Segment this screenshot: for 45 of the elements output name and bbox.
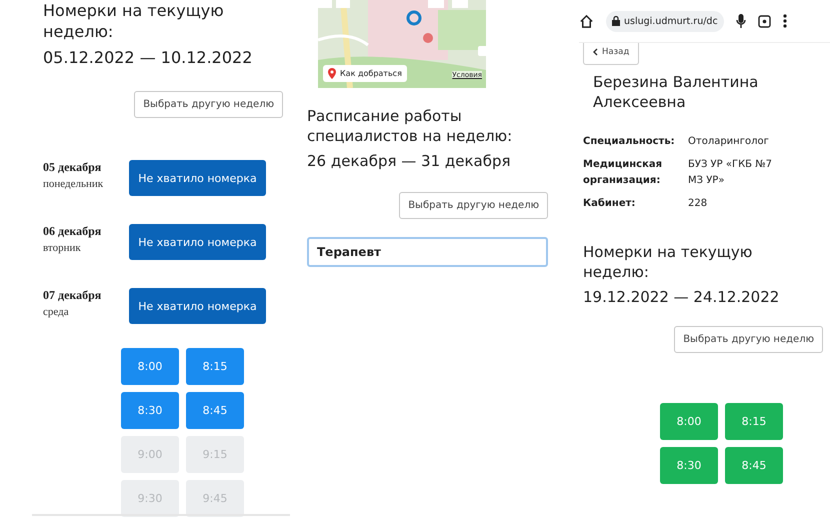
detail-value: Отоларинголог [688,135,770,149]
week-dates: 05.12.2022 — 10.12.2022 [43,48,254,67]
back-button[interactable]: Назад [583,43,640,65]
chevron-left-icon [593,48,598,56]
more-icon[interactable] [782,14,787,28]
week-dates: 26 декабря — 31 декабря [307,152,512,170]
detail-label: Медицинская организация: [583,158,664,188]
no-slot-button[interactable]: Не хватило номерка [129,160,266,196]
detail-value: 228 [688,197,708,211]
time-slot[interactable]: 8:30 [121,392,179,429]
detail-label: Кабинет: [583,197,636,211]
weekday: среда [43,306,70,318]
week-dates: 19.12.2022 — 24.12.2022 [583,288,780,306]
weekday: вторник [43,242,82,254]
lock-icon [612,16,620,26]
address-bar[interactable]: uslugi.udmurt.ru/dc [606,10,724,32]
choose-week-button[interactable]: Выбрать другую неделю [134,91,283,118]
doctor-name: Березина Валентина Алексеевна [593,72,760,112]
heading: Номерки на текущую неделю: [43,0,225,42]
no-slot-button[interactable]: Не хватило номерка [129,288,266,324]
heading: Расписание работы специалистов на неделю: [307,106,514,146]
microphone-icon[interactable] [736,14,746,28]
time-slot[interactable]: 8:15 [186,348,244,385]
choose-week-button[interactable]: Выбрать другую неделю [399,192,548,219]
specialty-field[interactable]: Терапевт [307,237,548,267]
home-icon[interactable] [579,14,594,28]
weekday: понедельник [43,178,104,190]
day-date: 05 декабря [43,160,102,175]
day-date: 06 декабря [43,224,102,239]
time-slot[interactable]: 8:15 [725,403,783,440]
time-slot[interactable]: 8:00 [121,348,179,385]
route-button[interactable]: Как добраться [323,65,407,82]
heading: Номерки на текущую неделю: [583,242,754,282]
detail-value: БУЗ УР «ГКБ №7 МЗ УР» [688,158,773,188]
tabs-icon[interactable] [758,14,771,28]
day-date: 07 декабря [43,288,102,303]
no-slot-button[interactable]: Не хватило номерка [129,224,266,260]
time-slot[interactable]: 8:00 [660,403,718,440]
detail-label: Специальность: [583,135,676,149]
time-slot[interactable]: 8:30 [660,447,718,484]
url-text: uslugi.udmurt.ru/dc [624,16,718,26]
time-slot[interactable]: 8:45 [186,392,244,429]
pin-icon [328,68,336,79]
time-slot[interactable]: 8:45 [725,447,783,484]
choose-week-button[interactable]: Выбрать другую неделю [674,326,823,353]
